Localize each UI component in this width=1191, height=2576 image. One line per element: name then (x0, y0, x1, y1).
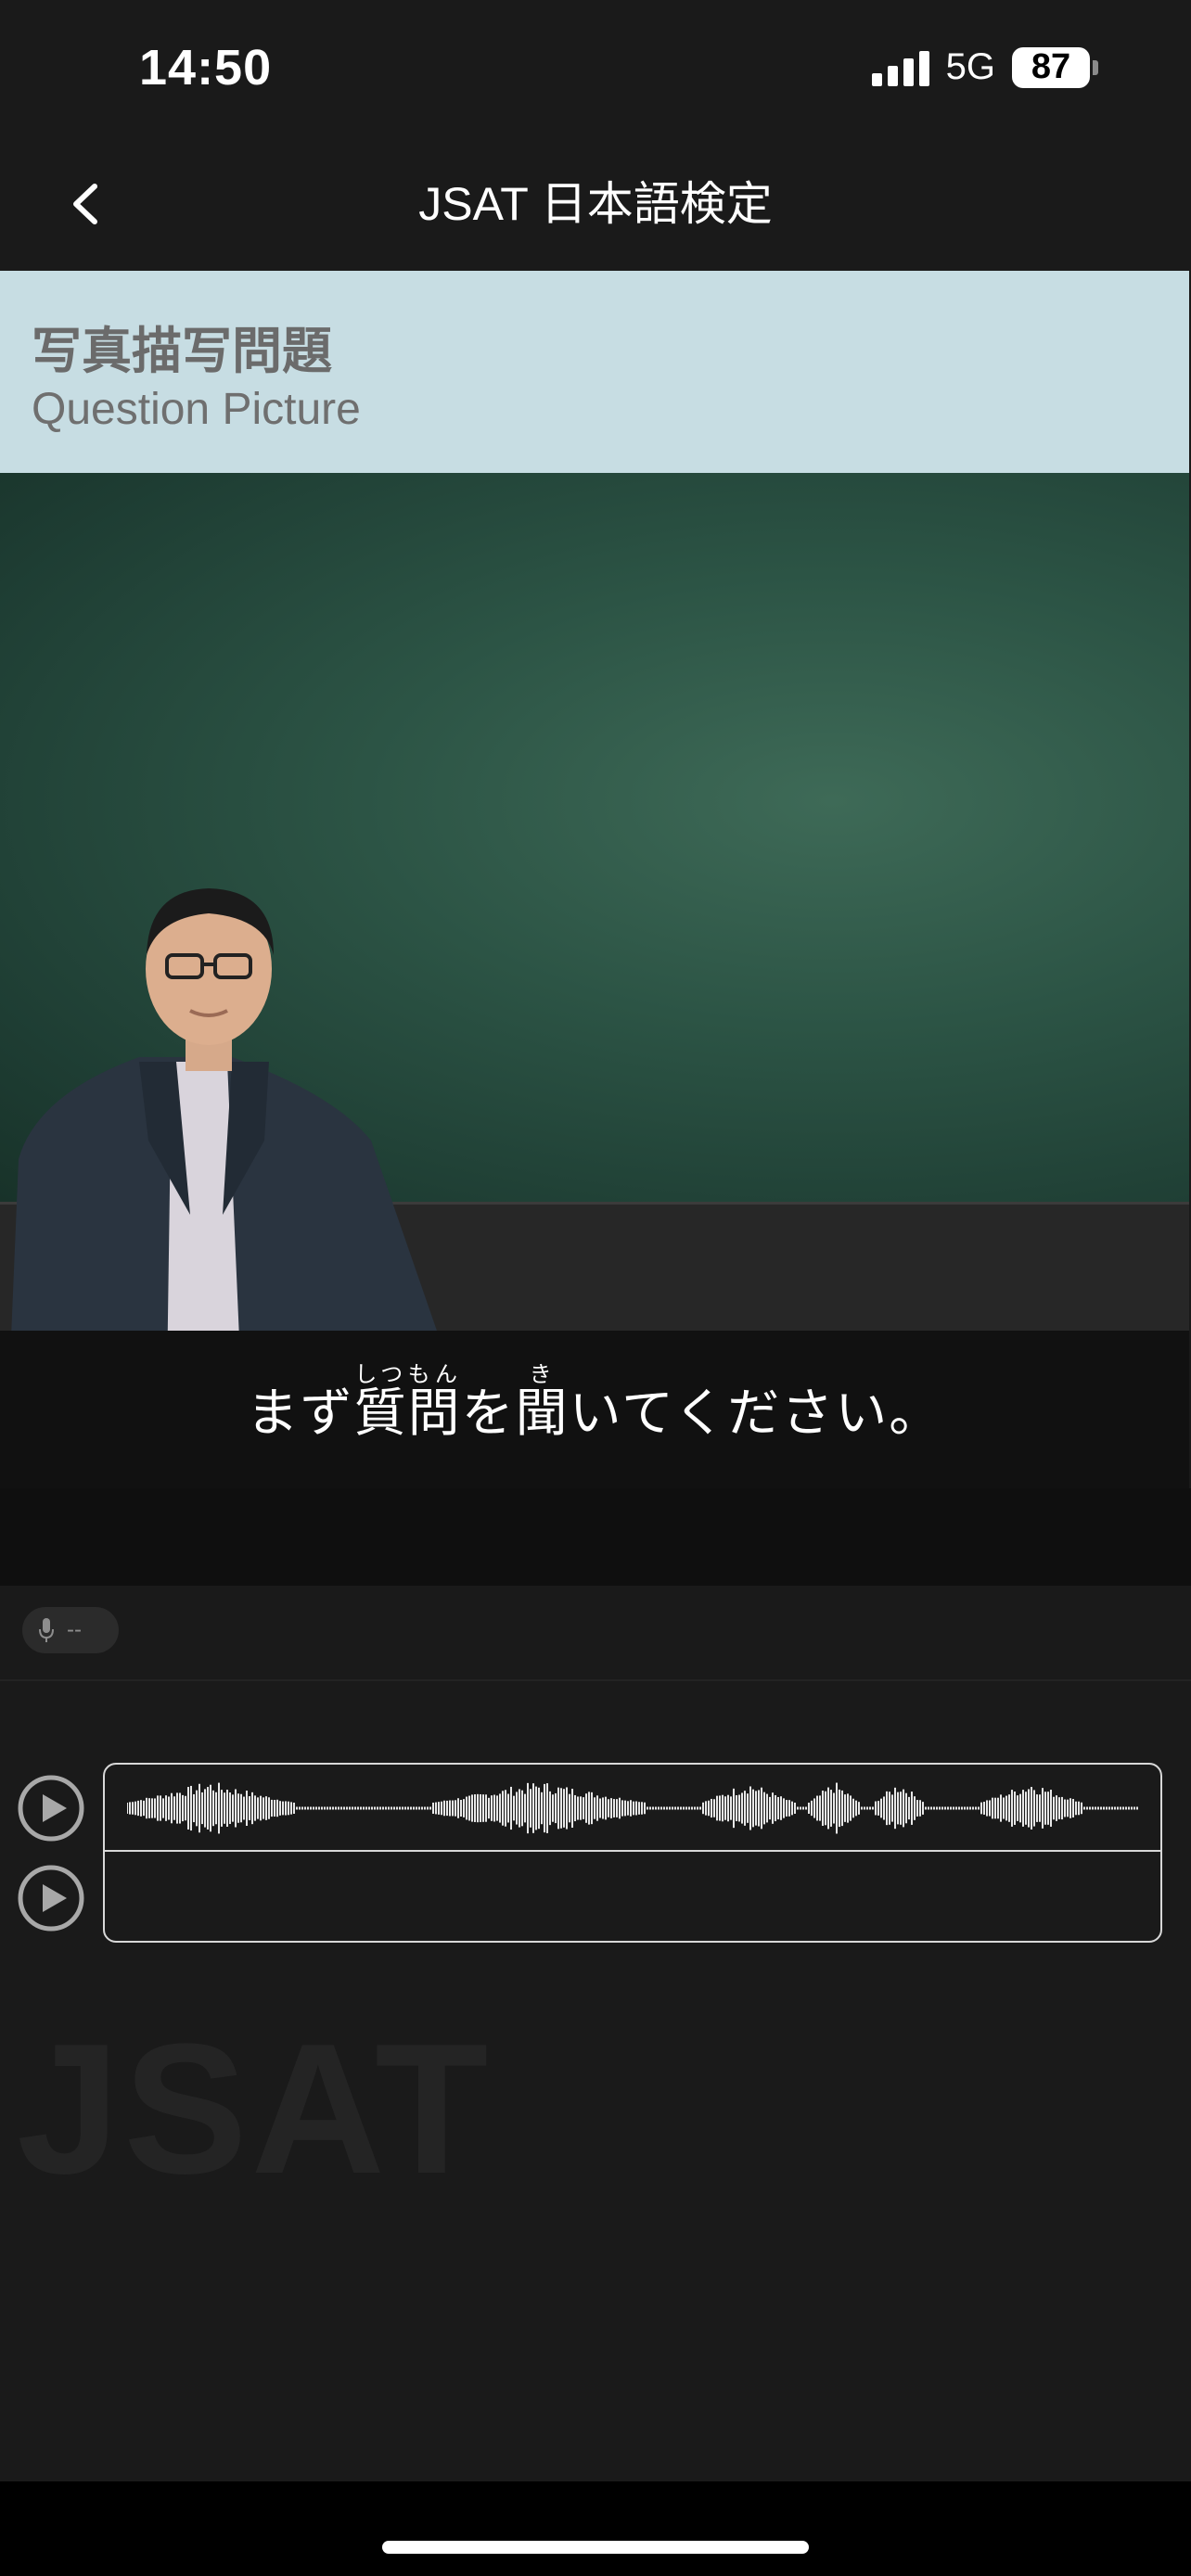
mic-status[interactable]: -- (22, 1607, 119, 1653)
page-title: JSAT 日本語検定 (418, 178, 773, 230)
play-question-button[interactable] (17, 1774, 85, 1843)
subtitle-bar: まず質問しつもんを聞きいてください。 (0, 1331, 1189, 1488)
mic-level: -- (67, 1617, 82, 1642)
nav-bar: JSAT 日本語検定 (0, 139, 1191, 271)
subtitle-text: まず質問しつもんを聞きいてください。 (246, 1362, 943, 1442)
status-indicators: 5G 87 (871, 46, 1098, 88)
network-label: 5G (945, 46, 995, 87)
watermark-logo: JSAT (17, 2006, 493, 2213)
status-bar: 14:50 5G 87 (0, 0, 1191, 139)
teacher-image (9, 888, 455, 1382)
bottom-bar (0, 2481, 1191, 2576)
audio-panel (103, 1763, 1162, 1943)
section-title-jp: 写真描写問題 (32, 324, 332, 379)
status-time: 14:50 (139, 40, 273, 96)
battery-level: 87 (1012, 46, 1090, 88)
lesson-video[interactable]: まず質問しつもんを聞きいてください。 (0, 473, 1189, 1488)
microphone-icon (39, 1618, 54, 1642)
play-circle-icon (18, 1865, 84, 1932)
play-circle-icon (18, 1775, 84, 1842)
signal-icon (871, 49, 929, 86)
waveform[interactable] (127, 1776, 1138, 1841)
section-header: 写真描写問題 Question Picture (0, 271, 1189, 473)
divider (0, 1679, 1191, 1681)
home-indicator[interactable] (382, 2541, 809, 2554)
battery-icon: 87 (1012, 46, 1098, 88)
play-answer-button[interactable] (17, 1864, 85, 1932)
section-title-en: Question Picture (32, 385, 361, 434)
separator-band (0, 1488, 1191, 1586)
